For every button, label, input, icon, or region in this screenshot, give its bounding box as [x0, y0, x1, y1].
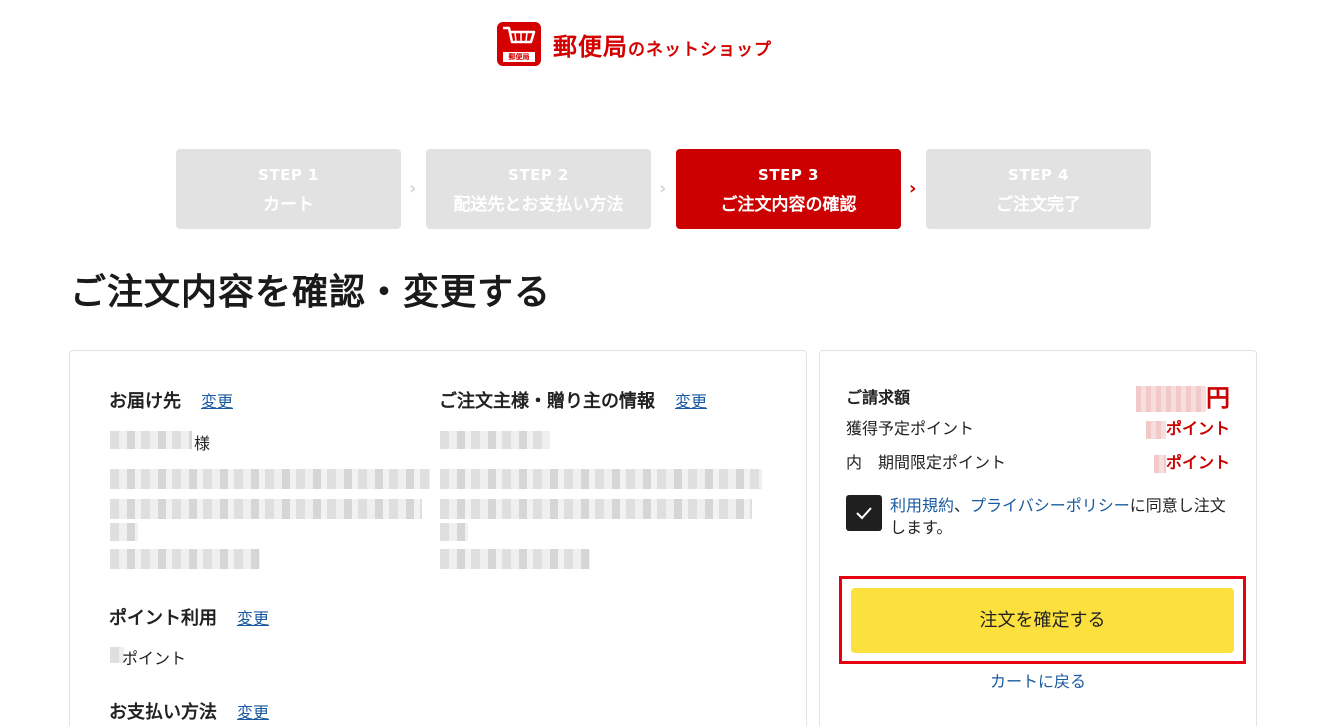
points-section-header: ポイント利用 変更 [109, 604, 269, 630]
logo-name-main: 郵便局 [553, 32, 628, 61]
points-change-link[interactable]: 変更 [237, 605, 269, 629]
step-number: STEP 1 [258, 166, 319, 184]
step-1: STEP 1 カート [176, 149, 401, 229]
checkout-steps: STEP 1 カート › STEP 2 配送先とお支払い方法 › STEP 3 … [176, 149, 1152, 229]
step-4: STEP 4 ご注文完了 [926, 149, 1151, 229]
limited-points-value: ポイント [1153, 449, 1230, 473]
step-2: STEP 2 配送先とお支払い方法 [426, 149, 651, 229]
delivery-change-link[interactable]: 変更 [201, 388, 233, 412]
step-name: 配送先とお支払い方法 [453, 195, 624, 215]
step-3: STEP 3 ご注文内容の確認 [676, 149, 901, 229]
step-number: STEP 2 [508, 166, 569, 184]
orderer-section-header: ご注文主様・贈り主の情報 変更 [439, 387, 707, 413]
redacted-points [1153, 454, 1166, 473]
redacted-orderer-name [440, 431, 550, 449]
earn-points-row: 獲得予定ポイント ポイント [846, 415, 1230, 439]
payment-section-header: お支払い方法 変更 [109, 698, 269, 724]
points-title: ポイント利用 [109, 608, 217, 629]
cart-logo-icon: 郵便局 [497, 22, 541, 66]
orderer-title: ご注文主様・贈り主の情報 [439, 391, 655, 412]
agree-separator: 、 [954, 496, 971, 515]
redacted-address-line [110, 469, 430, 489]
limited-points-label: 内 期間限定ポイント [846, 453, 1007, 472]
order-details-panel: お届け先 変更 様 ご注文主様・贈り主の情報 変更 ポイント利用 変更 ポイント… [69, 350, 807, 726]
back-to-cart-link[interactable]: カートに戻る [938, 668, 1138, 692]
step-name: ご注文内容の確認 [720, 195, 857, 215]
confirm-order-button[interactable]: 注文を確定する [851, 588, 1234, 653]
payment-change-link[interactable]: 変更 [237, 699, 269, 723]
redacted-points [1145, 420, 1166, 439]
logo-name-sub: のネットショップ [628, 39, 772, 60]
agree-checkbox[interactable] [846, 495, 882, 531]
redacted-recipient-name [110, 431, 192, 449]
billing-unit: 円 [1206, 384, 1230, 412]
confirm-highlight-box: 注文を確定する [839, 576, 1246, 664]
page-title: ご注文内容を確認・変更する [70, 272, 552, 313]
limited-points-row: 内 期間限定ポイント ポイント [846, 449, 1230, 473]
check-icon [856, 507, 872, 520]
step-name: ご注文完了 [996, 195, 1081, 215]
step-name: カート [263, 195, 314, 215]
chevron-right-icon: › [409, 178, 417, 199]
orderer-change-link[interactable]: 変更 [675, 388, 707, 412]
billing-row: ご請求額 円 [846, 384, 1230, 412]
site-logo[interactable]: 郵便局 郵便局のネットショップ [497, 22, 772, 66]
step-number: STEP 4 [1008, 166, 1069, 184]
terms-link[interactable]: 利用規約 [890, 496, 954, 515]
privacy-policy-link[interactable]: プライバシーポリシー [970, 496, 1130, 515]
payment-title: お支払い方法 [109, 702, 217, 723]
earn-points-label: 獲得予定ポイント [846, 419, 975, 438]
recipient-honorific: 様 [194, 434, 211, 453]
points-unit: ポイント [122, 649, 187, 668]
redacted-address-line [110, 523, 138, 541]
redacted-orderer-address [440, 523, 468, 541]
step-number: STEP 3 [758, 166, 819, 184]
limited-points-unit: ポイント [1165, 453, 1230, 472]
chevron-right-icon: › [659, 178, 667, 199]
redacted-address-line [110, 499, 422, 519]
redacted-orderer-address [440, 469, 762, 489]
delivery-section-header: お届け先 変更 [109, 387, 233, 413]
redacted-phone [110, 549, 260, 569]
logo-badge-text: 郵便局 [503, 52, 535, 62]
delivery-title: お届け先 [109, 391, 181, 412]
earn-points-unit: ポイント [1165, 419, 1230, 438]
logo-name: 郵便局のネットショップ [553, 27, 772, 62]
chevron-right-icon: › [909, 178, 917, 199]
redacted-orderer-phone [440, 549, 590, 569]
billing-amount: 円 [1136, 378, 1230, 413]
earn-points-value: ポイント [1145, 415, 1230, 439]
billing-label: ご請求額 [846, 388, 911, 407]
agree-text: 利用規約、プライバシーポリシーに同意し注文します。 [890, 495, 1236, 539]
redacted-amount [1136, 386, 1206, 412]
redacted-orderer-address [440, 499, 752, 519]
